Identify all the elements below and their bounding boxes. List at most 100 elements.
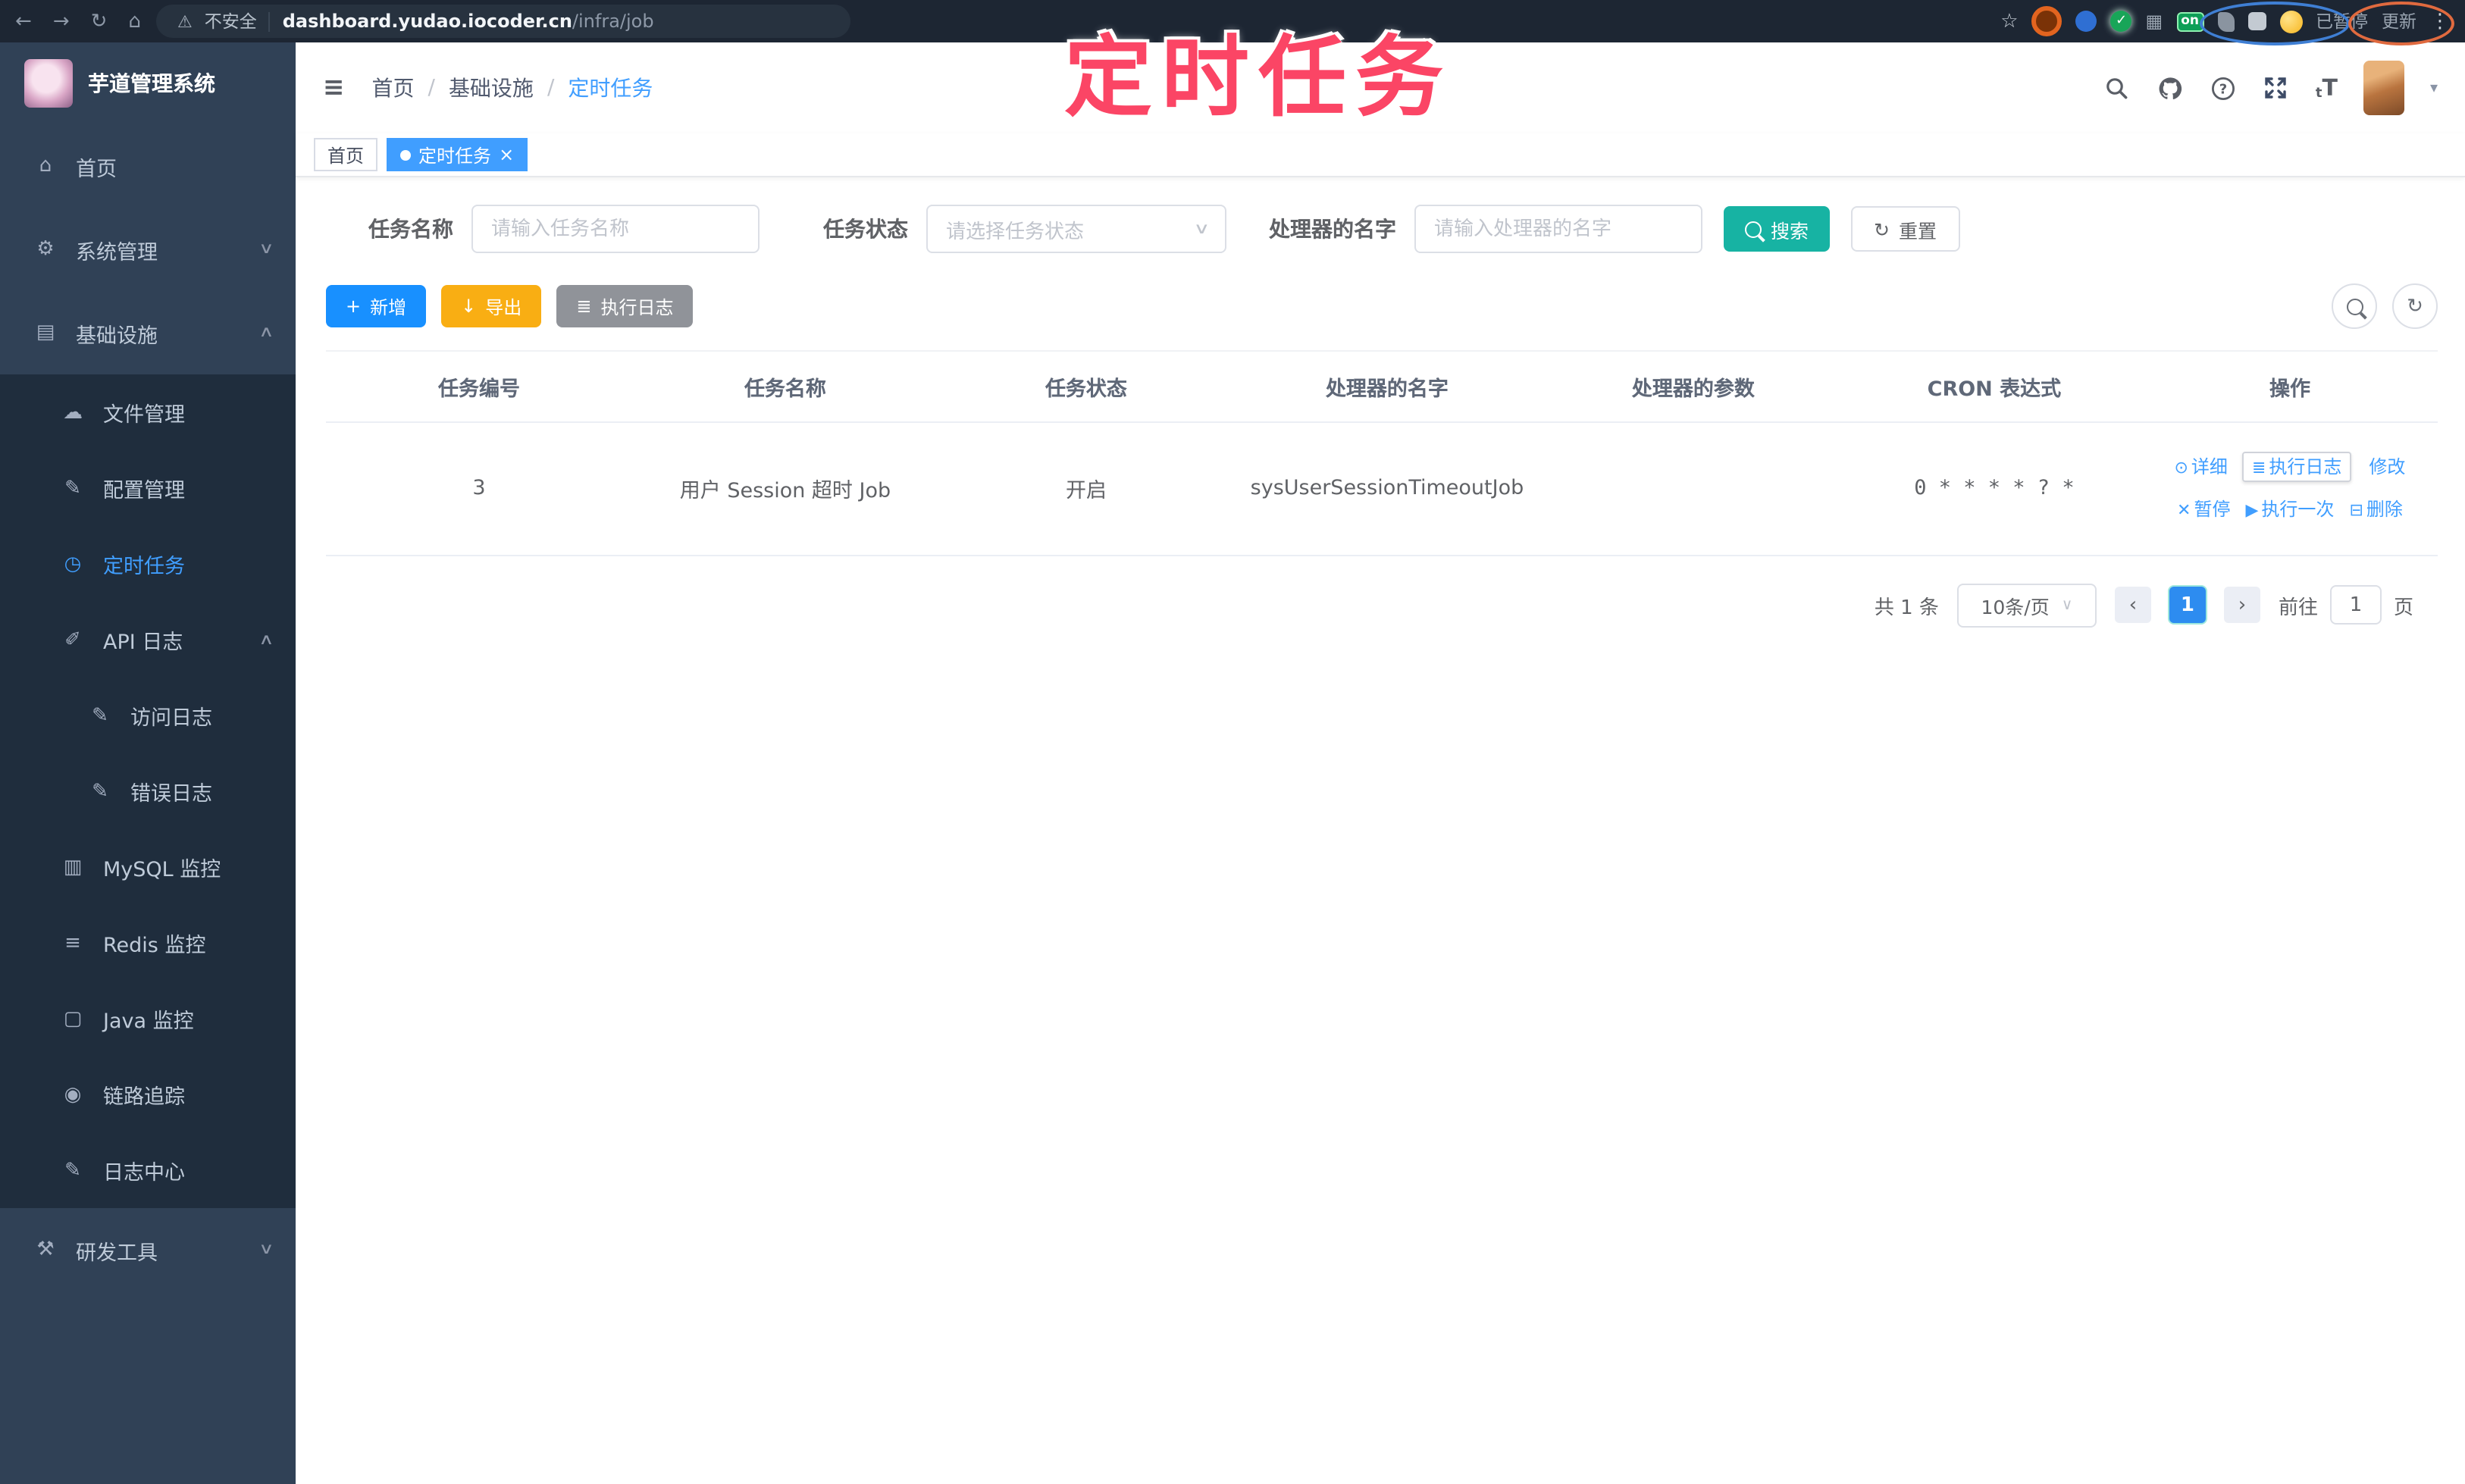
help-icon[interactable]: ? xyxy=(2210,74,2237,102)
svg-text:?: ? xyxy=(2219,80,2227,96)
job-name-label: 任务名称 xyxy=(368,218,453,243)
refresh-button[interactable]: ↻ xyxy=(2392,283,2438,329)
sidebar-item-infrastructure[interactable]: ▤ 基础设施 ∧ xyxy=(0,291,296,374)
refresh-icon: ↻ xyxy=(1874,218,1890,240)
redis-monitor-icon: ≡ xyxy=(64,931,81,954)
page-size-select[interactable]: 10条/页 ∨ xyxy=(1956,583,2097,628)
sidebar-item-config-management[interactable]: ✎ 配置管理 xyxy=(0,450,296,526)
reset-button[interactable]: ↻ 重置 xyxy=(1851,206,1960,252)
handler-name-input[interactable] xyxy=(1414,205,1702,253)
page-content: 任务名称 任务状态 请选择任务状态 ∨ 处理器的名字 搜索 xyxy=(296,177,2465,1484)
col-handler-param: 处理器的参数 xyxy=(1539,350,1846,423)
sidebar-item-label: 日志中心 xyxy=(103,1161,185,1185)
sidebar-item-mysql-monitor[interactable]: ▥ MySQL 监控 xyxy=(0,829,296,905)
api-log-icon: ✐ xyxy=(64,628,81,651)
extension-feather-icon[interactable] xyxy=(2217,11,2234,31)
close-icon[interactable]: × xyxy=(499,146,514,164)
breadcrumb-home[interactable]: 首页 xyxy=(372,73,415,103)
tab-scheduled-tasks[interactable]: 定时任务 × xyxy=(387,138,528,171)
extension-grid-icon[interactable]: ▦ xyxy=(2146,11,2163,32)
browser-reload-icon[interactable]: ↻ xyxy=(91,10,108,33)
font-size-icon[interactable]: tT xyxy=(2316,74,2338,102)
extension-blue-icon[interactable] xyxy=(2075,11,2097,32)
job-log-link[interactable]: ≣ 执行日志 xyxy=(2242,452,2351,482)
extension-on-badge[interactable]: on xyxy=(2176,11,2203,31)
modify-link[interactable]: 修改 xyxy=(2366,456,2405,477)
cell-actions: ⊙ 详细 ≣ 执行日志 修改 ✕ 暂停 ▶ 执行一次 ⊟ 删除 xyxy=(2141,422,2438,556)
goto-label: 前往 xyxy=(2278,596,2318,620)
add-button[interactable]: + 新增 xyxy=(326,285,427,327)
detail-link[interactable]: ⊙ 详细 xyxy=(2174,456,2227,477)
dev-tools-icon: ⚒ xyxy=(36,1238,55,1261)
update-button[interactable]: 更新 xyxy=(2382,9,2416,33)
error-log-icon: ✎ xyxy=(92,780,108,803)
bookmark-star-icon[interactable]: ☆ xyxy=(2000,10,2018,33)
not-secure-label: 不安全 xyxy=(204,11,257,32)
sidebar-item-label: 系统管理 xyxy=(76,240,158,265)
browser-forward-icon[interactable]: → xyxy=(53,10,70,33)
page-1-button[interactable]: 1 xyxy=(2169,587,2206,624)
list-icon: ≣ xyxy=(576,296,592,317)
sidebar-item-api-logs[interactable]: ✐ API 日志 ∧ xyxy=(0,602,296,678)
browser-back-icon[interactable]: ← xyxy=(15,10,32,33)
app-logo[interactable]: 芋道管理系统 xyxy=(0,42,296,124)
sidebar-item-dev-tools[interactable]: ⚒ 研发工具 ∨ xyxy=(0,1208,296,1291)
cell-cron: 0 * * * * ? * xyxy=(1846,422,2142,556)
gear-icon: ⚙ xyxy=(36,238,55,261)
delete-link[interactable]: ⊟ 删除 xyxy=(2349,499,2402,521)
total-count: 共 1 条 xyxy=(1874,596,1939,620)
sidebar-item-label: 基础设施 xyxy=(76,324,158,348)
run-once-link[interactable]: ▶ 执行一次 xyxy=(2245,499,2334,521)
job-status-select[interactable]: 请选择任务状态 ∨ xyxy=(926,205,1226,253)
col-handler-name: 处理器的名字 xyxy=(1233,350,1540,423)
trash-icon: ⊟ xyxy=(2349,500,2363,521)
search-button[interactable]: 搜索 xyxy=(1724,206,1831,252)
browser-menu-icon[interactable]: ⋮ xyxy=(2430,10,2450,33)
fullscreen-icon[interactable] xyxy=(2263,74,2290,102)
hamburger-icon[interactable]: ≡ xyxy=(323,73,345,103)
breadcrumb-infrastructure[interactable]: 基础设施 xyxy=(449,73,534,103)
job-status-label: 任务状态 xyxy=(823,218,908,243)
sync-paused-label[interactable]: 已暂停 xyxy=(2316,9,2368,33)
handler-name-label: 处理器的名字 xyxy=(1269,218,1396,243)
java-monitor-icon: ▢ xyxy=(63,1007,83,1030)
execution-log-button[interactable]: ≣ 执行日志 xyxy=(556,285,694,327)
browser-home-icon[interactable]: ⌂ xyxy=(128,10,141,33)
sidebar-item-file-management[interactable]: ☁ 文件管理 xyxy=(0,374,296,450)
avatar-caret-icon[interactable]: ▾ xyxy=(2430,80,2438,96)
next-page-button[interactable]: › xyxy=(2223,587,2260,624)
tab-home[interactable]: 首页 xyxy=(314,138,378,171)
user-avatar[interactable] xyxy=(2363,61,2404,115)
sidebar-item-home[interactable]: ⌂ 首页 xyxy=(0,124,296,208)
x-icon: ✕ xyxy=(2177,500,2191,521)
sidebar-item-trace[interactable]: ◉ 链路追踪 xyxy=(0,1057,296,1132)
toggle-search-button[interactable] xyxy=(2332,283,2377,329)
breadcrumb-separator: / xyxy=(428,76,435,100)
extension-check-icon[interactable]: ✓ xyxy=(2110,11,2132,32)
sidebar-item-redis-monitor[interactable]: ≡ Redis 监控 xyxy=(0,905,296,981)
breadcrumb-current: 定时任务 xyxy=(568,77,653,102)
sidebar-item-java-monitor[interactable]: ▢ Java 监控 xyxy=(0,981,296,1057)
sidebar-item-log-center[interactable]: ✎ 日志中心 xyxy=(0,1132,296,1208)
table-toolbar: + 新增 ↓ 导出 ≣ 执行日志 ↻ xyxy=(326,283,2438,329)
goto-page-input[interactable] xyxy=(2329,585,2382,625)
sidebar-item-error-logs[interactable]: ✎ 错误日志 xyxy=(0,753,296,829)
github-icon[interactable] xyxy=(2156,74,2184,102)
search-icon[interactable] xyxy=(2103,74,2131,102)
sidebar-item-label: Java 监控 xyxy=(103,1010,194,1034)
prev-page-button[interactable]: ‹ xyxy=(2114,587,2151,624)
job-name-input[interactable] xyxy=(471,205,760,253)
profile-emoji-icon[interactable] xyxy=(2279,10,2302,33)
address-bar[interactable]: ⚠ 不安全 dashboard.yudao.iocoder.cn/infra/j… xyxy=(155,5,850,38)
jobs-table: 任务编号 任务名称 任务状态 处理器的名字 处理器的参数 CRON 表达式 操作… xyxy=(326,350,2438,556)
col-job-name: 任务名称 xyxy=(631,350,938,423)
sidebar-item-system-management[interactable]: ⚙ 系统管理 ∨ xyxy=(0,208,296,291)
extensions-puzzle-icon[interactable] xyxy=(2247,12,2266,30)
chevron-up-icon: ∧ xyxy=(258,324,274,341)
sidebar-item-scheduled-tasks[interactable]: ◷ 定时任务 xyxy=(0,526,296,602)
sidebar-item-label: 文件管理 xyxy=(103,403,185,427)
pause-link[interactable]: ✕ 暂停 xyxy=(2177,499,2230,521)
extension-orange-icon[interactable] xyxy=(2031,6,2063,36)
export-button[interactable]: ↓ 导出 xyxy=(441,285,542,327)
sidebar-item-access-logs[interactable]: ✎ 访问日志 xyxy=(0,678,296,753)
